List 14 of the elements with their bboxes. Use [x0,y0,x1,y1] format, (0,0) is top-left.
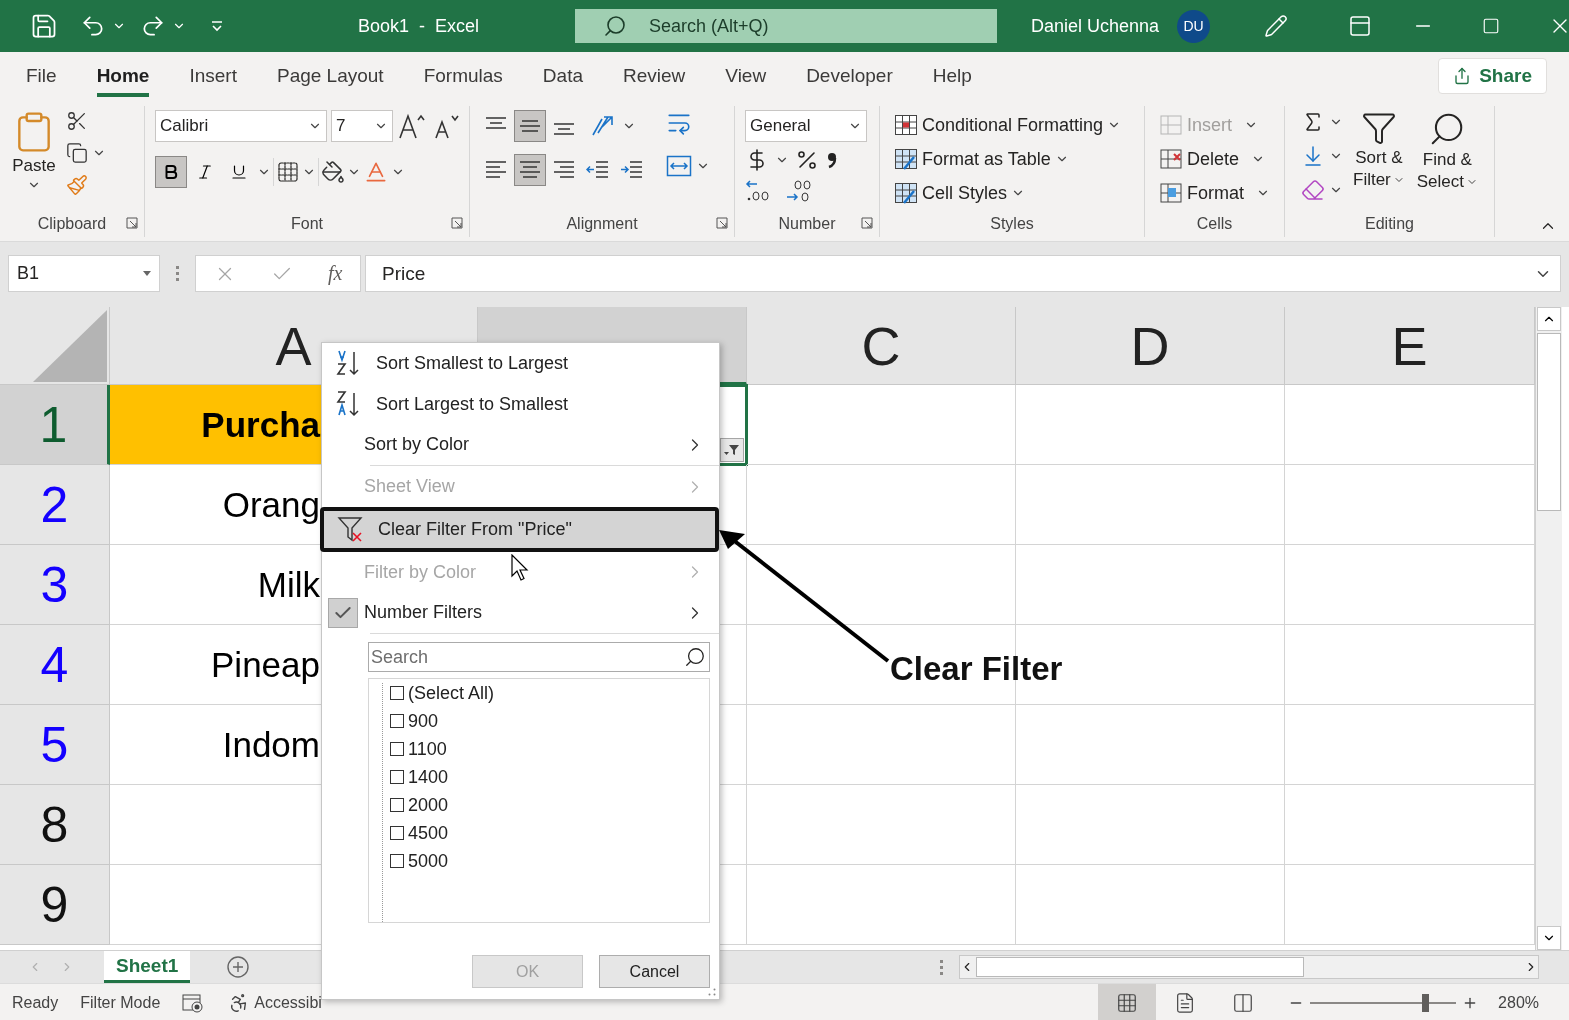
group-label: Number [778,215,836,233]
status-text: Ready [12,993,59,1012]
window-title: Book1 - Excel [358,15,480,37]
zoom-level: 280% [1498,993,1539,1012]
status-text: Filter Mode [80,993,161,1012]
group-label: Editing [1365,215,1414,233]
group-label: Cells [1196,215,1233,233]
user-name: Daniel Uchenna [1031,15,1160,37]
group-label: Clipboard [37,215,107,233]
annotation-label: Clear Filter [890,650,1063,688]
group-label: Alignment [566,215,638,233]
group-label: Font [291,215,323,233]
group-label: Styles [990,215,1034,233]
status-text: Accessibi [254,993,322,1012]
